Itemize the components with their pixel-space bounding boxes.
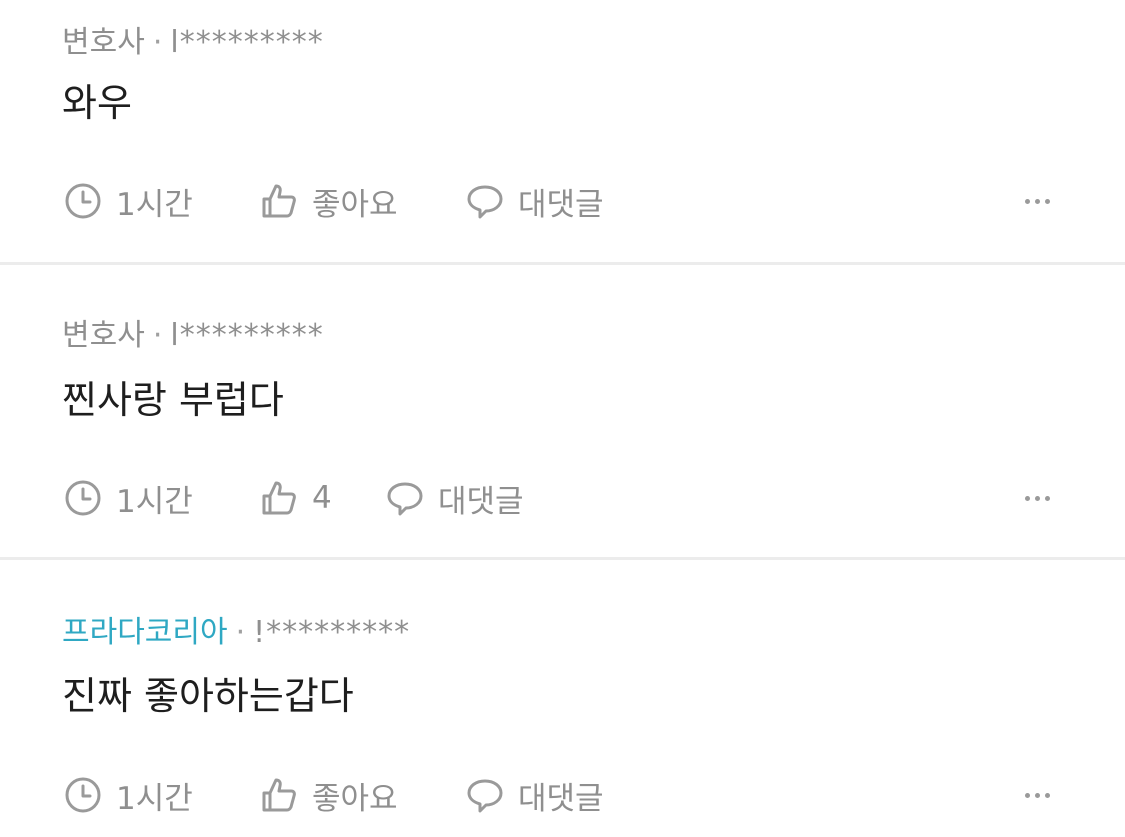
comment-user-id: l*********	[170, 318, 324, 353]
clock-icon	[65, 183, 101, 219]
timestamp: 1시간	[64, 181, 193, 223]
speech-bubble-icon	[467, 185, 503, 219]
thumbs-up-icon	[262, 778, 296, 812]
like-label: 좋아요	[312, 186, 398, 223]
comment-actions: 1시간 좋아요 대댓글	[0, 181, 1125, 223]
like-button[interactable]: 좋아요	[260, 181, 398, 223]
timestamp-label: 1시간	[116, 483, 193, 520]
timestamp-label: 1시간	[116, 780, 193, 817]
comment-meta: 변호사 · l*********	[62, 321, 324, 351]
reply-button[interactable]: 대댓글	[386, 478, 524, 520]
reply-button[interactable]: 대댓글	[466, 181, 604, 223]
like-button[interactable]: 좋아요	[260, 775, 398, 817]
clock-icon	[65, 480, 101, 516]
thumbs-up-icon	[262, 184, 296, 218]
more-icon[interactable]	[1012, 181, 1062, 221]
reply-label: 대댓글	[518, 780, 604, 817]
meta-separator: ·	[152, 25, 163, 60]
comment-text: 진짜 좋아하는갑다	[62, 674, 354, 718]
comment-actions: 1시간 4 대댓글	[0, 478, 1125, 520]
comment-item: 프라다코리아 · !********* 진짜 좋아하는갑다 1시간 좋아요 대댓글	[0, 560, 1125, 837]
reply-label: 대댓글	[518, 186, 604, 223]
comment-text: 와우	[62, 81, 132, 125]
comment-user-id: !*********	[253, 615, 411, 650]
meta-separator: ·	[152, 318, 163, 353]
comment-item: 변호사 · l********* 와우 1시간 좋아요 대댓글	[0, 0, 1125, 262]
more-icon[interactable]	[1012, 478, 1062, 518]
like-count: 4	[312, 480, 332, 516]
reply-label: 대댓글	[438, 483, 524, 520]
comment-meta: 프라다코리아 · !*********	[62, 618, 410, 648]
more-icon[interactable]	[1012, 775, 1062, 815]
comment-actions: 1시간 좋아요 대댓글	[0, 775, 1125, 817]
reply-button[interactable]: 대댓글	[466, 775, 604, 817]
comment-user-id: l*********	[170, 25, 324, 60]
comment-text: 찐사랑 부럽다	[62, 378, 284, 422]
timestamp-label: 1시간	[116, 186, 193, 223]
clock-icon	[65, 777, 101, 813]
comment-author[interactable]: 변호사	[62, 25, 145, 60]
speech-bubble-icon	[387, 482, 423, 516]
comment-author[interactable]: 프라다코리아	[62, 615, 228, 650]
comment-author[interactable]: 변호사	[62, 318, 145, 353]
speech-bubble-icon	[467, 779, 503, 813]
like-button[interactable]: 4	[260, 478, 332, 518]
timestamp: 1시간	[64, 775, 193, 817]
timestamp: 1시간	[64, 478, 193, 520]
comment-meta: 변호사 · l*********	[62, 28, 324, 58]
meta-separator: ·	[235, 615, 246, 650]
comment-item: 변호사 · l********* 찐사랑 부럽다 1시간 4 대댓글	[0, 265, 1125, 557]
like-label: 좋아요	[312, 780, 398, 817]
thumbs-up-icon	[262, 481, 296, 515]
